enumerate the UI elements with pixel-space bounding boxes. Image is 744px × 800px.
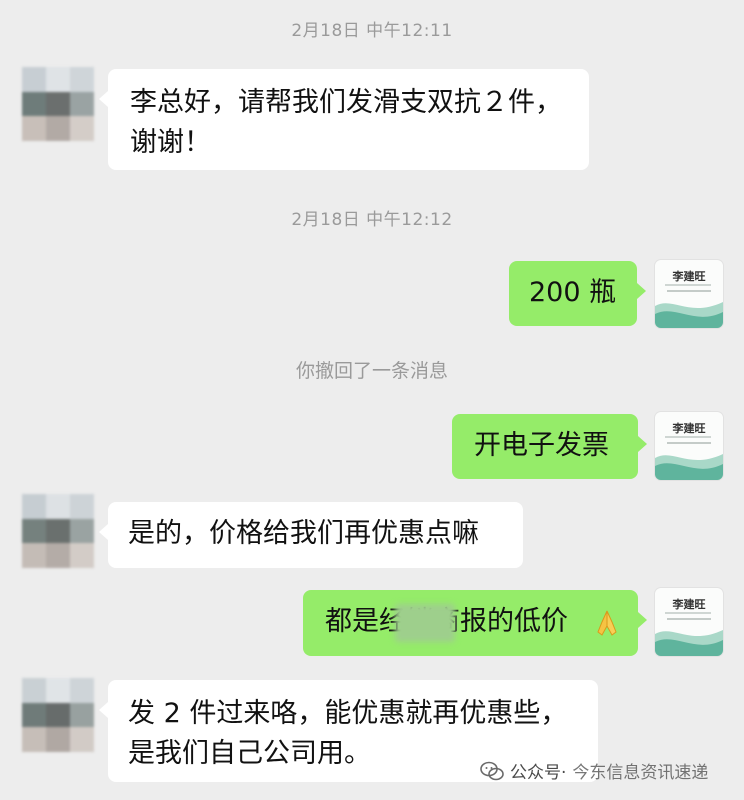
message-text: 谢谢！	[130, 127, 211, 158]
message-text: 200 瓶	[529, 277, 617, 308]
avatar-name: 李建旺	[672, 598, 706, 611]
redaction-blur	[395, 604, 455, 642]
timestamp: 2月18日 中午12:11	[291, 21, 453, 41]
watermark-source: 今东信息资讯速递	[572, 763, 709, 783]
self-avatar[interactable]: 李建旺	[655, 260, 723, 328]
self-avatar[interactable]: 李建旺	[655, 412, 723, 480]
message-bubble-incoming[interactable]: 李总好，请帮我们发滑支双抗２件， 谢谢！	[99, 69, 589, 170]
message-text: 李总好，请帮我们发滑支双抗２件，	[130, 87, 562, 118]
message-bubble-outgoing[interactable]: 200 瓶	[509, 261, 646, 326]
message-text: 发 2 件过来咯，能优惠就再优惠些，	[128, 698, 568, 729]
message-bubble-incoming[interactable]: 是的，价格给我们再优惠点嘛	[99, 502, 523, 568]
contact-avatar[interactable]	[22, 494, 94, 568]
watermark: 公众号· 今东信息资讯速递	[480, 758, 708, 783]
timestamp: 2月18日 中午12:12	[291, 210, 453, 230]
wave-icon	[655, 302, 723, 328]
message-bubble-outgoing[interactable]: 开电子发票	[452, 414, 647, 479]
wave-icon	[655, 630, 723, 656]
avatar-name: 李建旺	[672, 270, 706, 283]
wechat-icon	[480, 761, 504, 780]
message-bubble-outgoing[interactable]: 都是经销商报的低价	[303, 590, 647, 656]
watermark-prefix: 公众号·	[510, 763, 567, 783]
self-avatar[interactable]: 李建旺	[655, 588, 723, 656]
message-text: 是的，价格给我们再优惠点嘛	[128, 518, 479, 549]
folded-hands-icon	[597, 610, 617, 636]
message-text: 开电子发票	[474, 430, 609, 461]
avatar-name: 李建旺	[672, 422, 706, 435]
contact-avatar[interactable]	[22, 678, 94, 752]
wave-icon	[655, 454, 723, 480]
recall-notice: 你撤回了一条消息	[295, 360, 448, 382]
contact-avatar[interactable]	[22, 67, 94, 141]
